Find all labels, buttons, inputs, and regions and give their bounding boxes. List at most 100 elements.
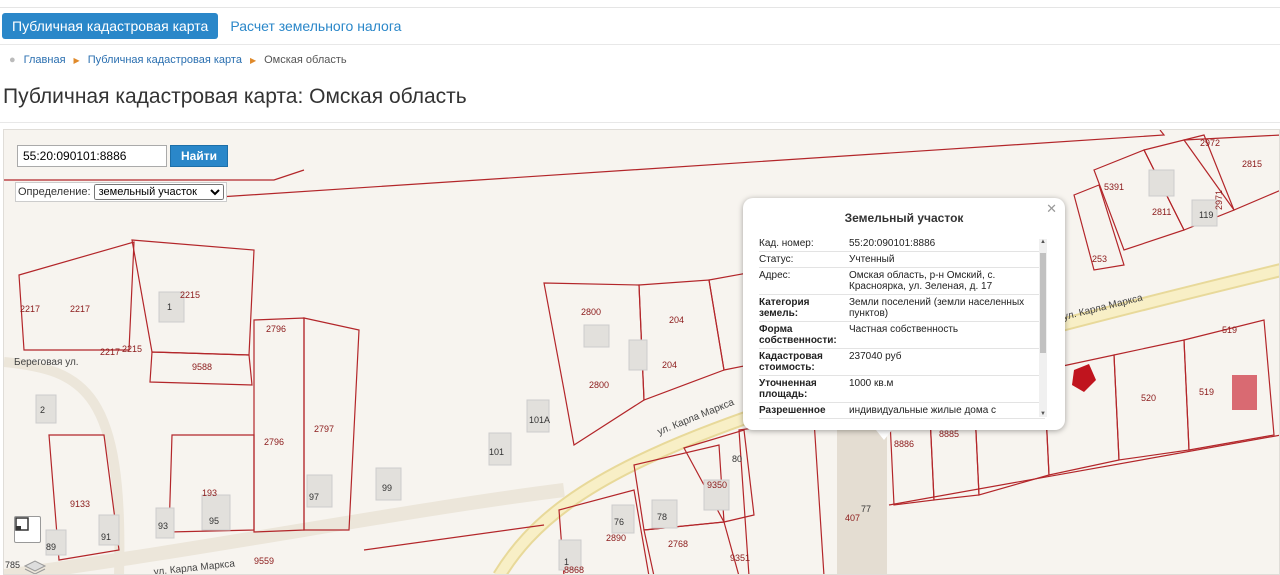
tab-land-tax[interactable]: Расчет земельного налога bbox=[218, 13, 413, 39]
parcel-info-popup: ✕ Земельный участок Кад. номер: 55:20:090… bbox=[743, 198, 1065, 430]
table-row: Статус: Учтенный bbox=[759, 252, 1045, 268]
parcel-label: 2217 bbox=[20, 304, 40, 314]
table-row: Кад. номер: 55:20:090101:8886 bbox=[759, 236, 1045, 252]
divider bbox=[0, 122, 1280, 123]
street-label: Береговая ул. bbox=[14, 357, 79, 368]
parcel-label: 2971 bbox=[1214, 190, 1224, 210]
attr-key: Статус: bbox=[759, 254, 794, 265]
parcel-label: 2217 bbox=[70, 304, 90, 314]
parcel-label: 407 bbox=[845, 513, 860, 523]
parcel-label: 785 bbox=[5, 560, 20, 570]
attr-key: Категория земель: bbox=[759, 297, 810, 319]
layers-button[interactable] bbox=[14, 516, 41, 543]
parcel-label: 9133 bbox=[70, 499, 90, 509]
find-button[interactable]: Найти bbox=[170, 145, 228, 167]
attr-key: Форма собственности: bbox=[759, 324, 837, 346]
scroll-up-icon[interactable]: ▲ bbox=[1039, 239, 1047, 245]
attr-value: Земли поселений (земли населенных пункто… bbox=[849, 297, 1025, 319]
parcel-label: 9350 bbox=[707, 480, 727, 490]
parcel-label: 519 bbox=[1199, 387, 1214, 397]
parcel-label: 8885 bbox=[939, 429, 959, 439]
table-row: Разрешенное индивидуальные жилые дома с bbox=[759, 403, 1045, 419]
top-divider bbox=[0, 7, 1280, 8]
parcel-label: 99 bbox=[382, 483, 392, 493]
attr-value: 237040 руб bbox=[849, 351, 902, 362]
parcel-label: 80 bbox=[732, 454, 742, 464]
breadcrumb-map[interactable]: Публичная кадастровая карта bbox=[88, 54, 242, 66]
tab-cadastral-map[interactable]: Публичная кадастровая карта bbox=[2, 13, 219, 39]
location-pin-icon: ● bbox=[9, 54, 16, 66]
parcel-attributes-table: Кад. номер: 55:20:090101:8886 Статус: Учте… bbox=[759, 236, 1045, 419]
parcel-label: 519 bbox=[1222, 325, 1237, 335]
definition-select[interactable]: земельный участок bbox=[93, 184, 224, 200]
parcel-label: 91 bbox=[101, 532, 111, 542]
parcel-label: 2800 bbox=[581, 307, 601, 317]
parcel-label: 193 bbox=[202, 488, 217, 498]
attr-key: Разрешенное bbox=[759, 405, 826, 416]
scroll-thumb[interactable] bbox=[1040, 253, 1046, 353]
attr-key: Кад. номер: bbox=[759, 238, 814, 249]
parcel-label: 253 bbox=[1092, 254, 1107, 264]
definition-label: Определение: bbox=[18, 186, 91, 198]
parcel-label: 2811 bbox=[1152, 207, 1171, 217]
parcel-label: 5391 bbox=[1104, 182, 1124, 192]
parcel-label: 8886 bbox=[894, 439, 914, 449]
parcel-label: 89 bbox=[46, 542, 56, 552]
parcel-label: 119 bbox=[1199, 210, 1213, 220]
divider bbox=[0, 44, 1280, 45]
cadastral-map[interactable]: Береговая ул. ул. Карла Маркса ул. Карла… bbox=[3, 129, 1280, 575]
scroll-down-icon[interactable]: ▼ bbox=[1039, 411, 1047, 417]
parcel-label: 101А bbox=[529, 415, 550, 425]
attr-value: 1000 кв.м bbox=[849, 378, 894, 389]
parcel-label: 2797 bbox=[314, 424, 334, 434]
top-tabs: Публичная кадастровая карта Расчет земел… bbox=[2, 13, 413, 39]
parcel-label: 2800 bbox=[589, 380, 609, 390]
popup-title: Земельный участок bbox=[844, 211, 964, 225]
attr-key: Адрес: bbox=[759, 270, 791, 281]
table-row: Уточненная площадь: 1000 кв.м bbox=[759, 376, 1045, 403]
parcel-label: 101 bbox=[489, 447, 504, 457]
table-row: Форма собственности: Частная собственност… bbox=[759, 322, 1045, 349]
breadcrumb-home[interactable]: Главная bbox=[24, 54, 66, 66]
parcel-label: 2972 bbox=[1200, 138, 1220, 148]
attr-value: Частная собственность bbox=[849, 324, 959, 335]
basemap-toggle[interactable] bbox=[22, 558, 48, 574]
parcel-label: 77 bbox=[861, 504, 871, 514]
table-row: Адрес: Омская область, р-н Омский, с. Кра… bbox=[759, 268, 1045, 295]
attr-value: 55:20:090101:8886 bbox=[849, 238, 936, 249]
definition-select-box: Определение: земельный участок bbox=[15, 182, 227, 202]
parcel-label: 520 bbox=[1141, 393, 1156, 403]
breadcrumb-current: Омская область bbox=[264, 54, 347, 66]
parcel-label: 97 bbox=[309, 492, 319, 502]
attr-value: индивидуальные жилые дома с bbox=[849, 405, 997, 416]
popup-scrollbar[interactable]: ▲ ▼ bbox=[1039, 239, 1047, 417]
stack-icon bbox=[23, 560, 47, 574]
table-row: Кадастровая стоимость: 237040 руб bbox=[759, 349, 1045, 376]
page-title: Публичная кадастровая карта: Омская обла… bbox=[3, 85, 467, 108]
parcel-label: 2796 bbox=[264, 437, 284, 447]
parcel-label: 204 bbox=[662, 360, 677, 370]
attr-value: Учтенный bbox=[849, 254, 895, 265]
parcel-label: 78 bbox=[657, 512, 667, 522]
breadcrumb: ● Главная ▶ Публичная кадастровая карта … bbox=[9, 54, 347, 66]
street-label: ул. Карла Маркса bbox=[153, 558, 236, 575]
parcel-label: 2215 bbox=[180, 290, 200, 300]
parcel-label: 1 bbox=[564, 557, 569, 567]
parcel-label: 2768 bbox=[668, 539, 688, 549]
parcel-label: 76 bbox=[614, 517, 624, 527]
parcel-label: 95 bbox=[209, 516, 219, 526]
attr-value: Омская область, р-н Омский, с. Красноярк… bbox=[849, 270, 996, 292]
table-row: Категория земель: Земли поселений (земли … bbox=[759, 295, 1045, 322]
cadastral-number-input[interactable] bbox=[17, 145, 167, 167]
parcel-label: 2215 bbox=[122, 344, 142, 354]
parcel-label: 93 bbox=[158, 521, 168, 531]
parcel-label: 9559 bbox=[254, 556, 274, 566]
attr-key: Кадастровая стоимость: bbox=[759, 351, 823, 373]
parcel-label: 9351 bbox=[730, 553, 750, 563]
parcel-label: 9588 bbox=[192, 362, 212, 372]
parcel-label: 2796 bbox=[266, 324, 286, 334]
parcel-label: 2 bbox=[40, 405, 45, 415]
attr-key: Уточненная площадь: bbox=[759, 378, 817, 400]
parcel-label: 2815 bbox=[1242, 159, 1262, 169]
chevron-right-icon: ▶ bbox=[73, 55, 80, 65]
